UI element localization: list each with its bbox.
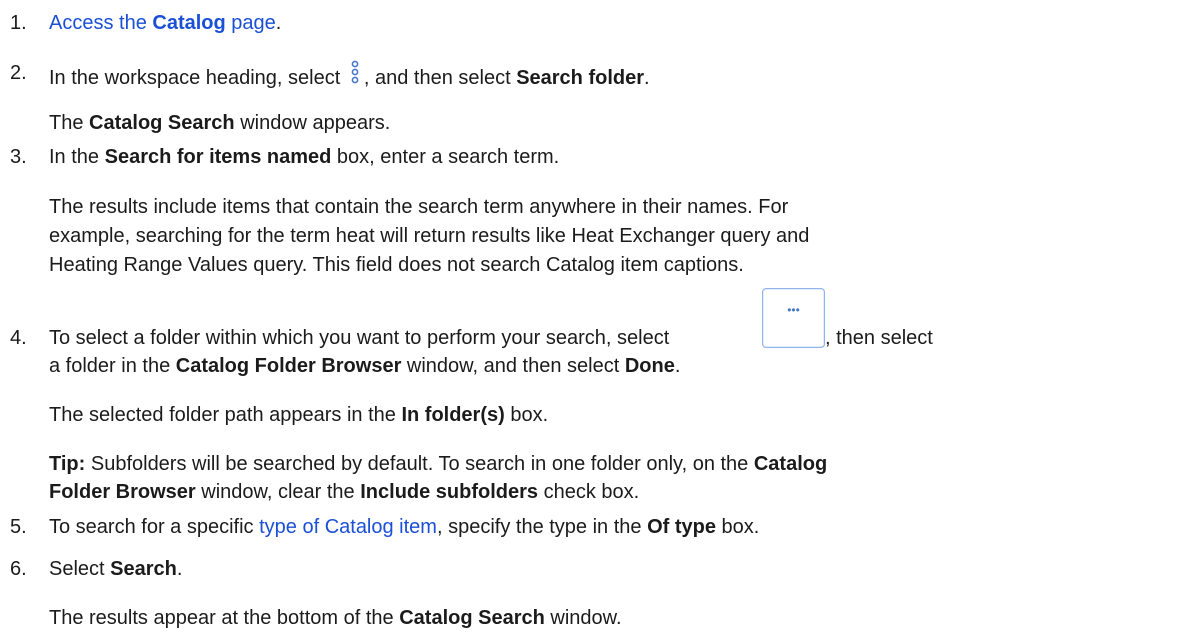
step-number: 6. <box>10 558 27 580</box>
step-text: box. <box>504 404 549 426</box>
step-number: 5. <box>10 516 27 538</box>
punctuation: . <box>644 67 650 89</box>
step-number: 2. <box>10 62 27 84</box>
paragraph-text: Heating Range Values query. This field d… <box>49 254 744 276</box>
step-text: In the <box>49 146 105 168</box>
more-vertical-icon[interactable] <box>350 60 360 93</box>
tip-label: Tip: <box>49 453 86 475</box>
step-text: The results appear at the bottom of the <box>49 607 400 629</box>
step-text: a folder in the <box>49 355 176 377</box>
step-text: To select a folder within which you want… <box>49 327 670 349</box>
ui-term: Search for items named <box>104 146 332 168</box>
ui-term: Search <box>110 558 177 580</box>
ellipsis-icon: ••• <box>787 303 800 317</box>
step-text: , specify the type in the <box>436 516 648 538</box>
step-text: window, and then select <box>401 355 625 377</box>
step-text: Select <box>49 558 111 580</box>
tip-text: check box. <box>538 481 640 503</box>
tip-text: window, clear the <box>195 481 361 503</box>
ui-term: Done <box>624 355 675 377</box>
step-text: , then select <box>825 327 933 349</box>
link-bold-text: Catalog <box>152 12 226 34</box>
step-text: The selected folder path appears in the <box>49 404 402 426</box>
step-text: In the workspace heading, select <box>49 67 346 89</box>
step-text: The <box>49 112 90 134</box>
ui-term: Of type <box>647 516 716 538</box>
step-number: 1. <box>10 12 27 34</box>
step-number: 4. <box>10 327 27 349</box>
punctuation: . <box>275 12 282 34</box>
paragraph-text: example, searching for the term heat wil… <box>49 225 810 247</box>
ui-term: Folder Browser <box>49 481 196 503</box>
ui-term: In folder(s) <box>401 404 505 426</box>
link-text: page <box>225 12 276 34</box>
catalog-page-link[interactable]: Access the Catalog page <box>49 12 276 34</box>
ui-term: Catalog Folder Browser <box>175 355 402 377</box>
ui-term: Search folder <box>516 67 645 89</box>
step-text: window. <box>544 607 622 629</box>
punctuation: . <box>674 355 681 377</box>
step-text: To search for a specific <box>49 516 260 538</box>
punctuation: . <box>176 558 183 580</box>
step-number: 3. <box>10 146 27 168</box>
step-text: window appears. <box>234 112 391 134</box>
step-text: box. <box>716 516 760 538</box>
step-4-tail: , then select <box>825 325 933 351</box>
step-text: box, enter a search term. <box>331 146 560 168</box>
catalog-item-type-link[interactable]: type of Catalog item <box>259 516 437 538</box>
ui-term: Catalog Search <box>399 607 545 629</box>
paragraph-text: The results include items that contain t… <box>49 196 789 218</box>
ui-term: Include subfolders <box>360 481 539 503</box>
ui-term: Catalog Search <box>89 112 235 134</box>
ui-term: Catalog <box>753 453 828 475</box>
tip-text: Subfolders will be searched by default. … <box>85 453 754 475</box>
link-text: Access the <box>49 12 153 34</box>
browse-folder-button[interactable]: ••• <box>762 288 825 348</box>
step-text: , and then select <box>363 67 517 89</box>
